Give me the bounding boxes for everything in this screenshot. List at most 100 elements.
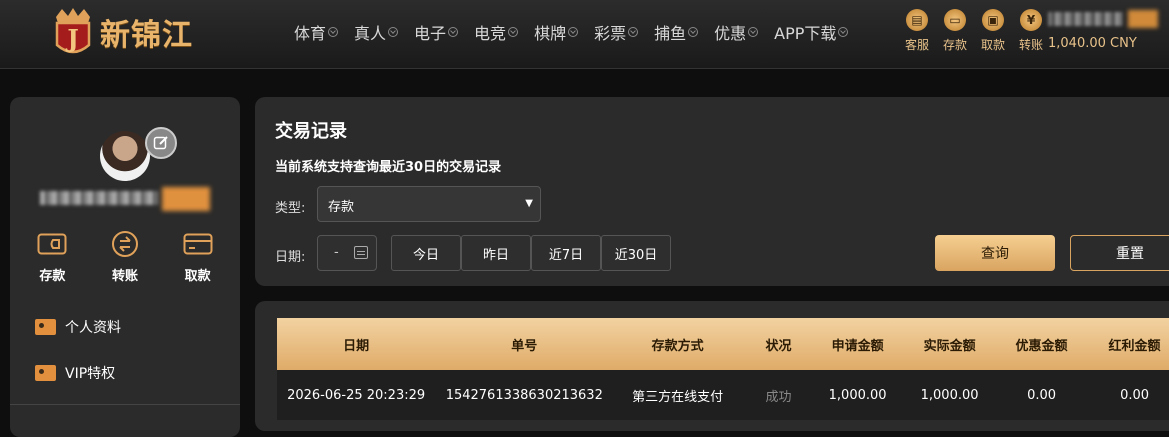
nav-item-lottery[interactable]: 彩票 (594, 20, 639, 44)
column-header: 优惠金额 (1015, 338, 1068, 354)
cell-status: 成功 (765, 389, 792, 405)
column-header: 红利金额 (1108, 338, 1161, 354)
balance-display: 1,040.00 CNY (1048, 36, 1137, 51)
sidebar-transfer-button[interactable]: 转账 (95, 231, 155, 284)
chevron-down-icon (838, 27, 849, 37)
cell-deposit-method: 第三方在线支付 (632, 389, 724, 405)
username-blurred (40, 187, 210, 211)
range-7-days-button[interactable]: 近7日 (531, 235, 601, 271)
date-picker[interactable]: - (317, 235, 377, 271)
logo-badge-icon: J (52, 7, 94, 57)
nav-item-cards[interactable]: 棋牌 (534, 20, 579, 44)
logo-letter: J (65, 24, 78, 53)
coin-icon: ¥ (1020, 9, 1042, 31)
chevron-down-icon (388, 27, 399, 37)
calendar-icon (354, 246, 368, 259)
column-header: 存款方式 (651, 338, 704, 354)
nav-label: 电竞 (474, 24, 507, 43)
briefcase-icon: ▣ (982, 9, 1004, 31)
column-header: 日期 (343, 338, 370, 354)
chevron-down-icon (628, 27, 639, 37)
quick-range-group: 今日 昨日 近7日 近30日 (391, 235, 671, 271)
sidebar-item-profile[interactable]: 个人资料 (35, 317, 121, 337)
chevron-down-icon (688, 27, 699, 37)
action-label: 存款 (39, 269, 66, 284)
chevron-down-icon (748, 27, 759, 37)
vip-card-icon (35, 365, 56, 381)
logo-text: 新锦江 (100, 18, 193, 53)
cell-date: 2026-06-25 20:23:29 (287, 387, 426, 403)
nav-item-slots[interactable]: 电子 (414, 20, 459, 44)
transfer-button[interactable]: ¥ 转账 (1012, 9, 1050, 53)
chevron-down-icon (568, 27, 579, 37)
quick-link-label: 存款 (942, 38, 967, 52)
table-row[interactable]: 2026-06-25 20:23:29 1542761338630213632 … (277, 370, 1169, 420)
action-label: 转账 (111, 269, 138, 284)
nav-label: 电子 (414, 24, 447, 43)
type-label: 类型: (275, 201, 306, 216)
nav-item-live[interactable]: 真人 (354, 20, 399, 44)
nav-item-fishing[interactable]: 捕鱼 (654, 20, 699, 44)
wallet-icon: ▭ (944, 9, 966, 31)
action-label: 取款 (184, 269, 211, 284)
cell-actual-amount: 1,000.00 (920, 387, 979, 403)
nav-label: 体育 (294, 24, 327, 43)
sidebar-withdraw-button[interactable]: 取款 (168, 231, 228, 284)
cell-bonus-amount: 0.00 (1120, 387, 1150, 403)
account-actions: 存款 转账 取款 (10, 231, 240, 284)
transaction-filter-panel: 交易记录 当前系统支持查询最近30日的交易记录 类型: 存款 ▼ 日期: - 今… (255, 97, 1169, 286)
table-header: 日期 单号 存款方式 状况 申请金额 实际金额 优惠金额 红利金额 (277, 318, 1169, 370)
chat-icon: ▤ (906, 9, 928, 31)
transfer-icon (110, 231, 140, 257)
deposit-button[interactable]: ▭ 存款 (936, 9, 974, 53)
sidebar-item-label: VIP特权 (65, 366, 116, 382)
type-select[interactable]: 存款 ▼ (317, 186, 541, 222)
date-label: 日期: (275, 250, 306, 265)
sidebar-item-vip[interactable]: VIP特权 (35, 363, 115, 383)
nav-label: 棋牌 (534, 24, 567, 43)
sidebar-deposit-button[interactable]: 存款 (22, 231, 82, 284)
column-header: 状况 (765, 338, 792, 354)
withdraw-button[interactable]: ▣ 取款 (974, 9, 1012, 53)
nav-item-promos[interactable]: 优惠 (714, 20, 759, 44)
transaction-table: 日期 单号 存款方式 状况 申请金额 实际金额 优惠金额 红利金额 2026-0… (255, 301, 1169, 431)
brand-logo[interactable]: J 新锦江 (52, 4, 193, 60)
username-blurred[interactable] (1048, 10, 1169, 28)
quick-link-label: 转账 (1018, 38, 1043, 52)
nav-label: 捕鱼 (654, 24, 687, 43)
nav-item-sports[interactable]: 体育 (294, 20, 339, 44)
top-bar: J 新锦江 体育 真人 电子 电竞 棋牌 彩票 捕鱼 优惠 APP下载 ▤ 客服… (0, 0, 1169, 69)
nav-label: 优惠 (714, 24, 747, 43)
nav-label: 彩票 (594, 24, 627, 43)
column-header: 申请金额 (831, 338, 884, 354)
divider (10, 404, 240, 405)
customer-service-button[interactable]: ▤ 客服 (898, 9, 936, 53)
nav-label: APP下载 (774, 24, 837, 43)
edit-icon (153, 136, 168, 150)
date-value: - (334, 245, 339, 260)
nav-item-app-download[interactable]: APP下载 (774, 20, 849, 44)
chevron-down-icon (328, 27, 339, 37)
range-30-days-button[interactable]: 近30日 (601, 235, 671, 271)
quick-links: ▤ 客服 ▭ 存款 ▣ 取款 ¥ 转账 (898, 9, 1050, 53)
range-today-button[interactable]: 今日 (391, 235, 461, 271)
range-yesterday-button[interactable]: 昨日 (461, 235, 531, 271)
main-nav: 体育 真人 电子 电竞 棋牌 彩票 捕鱼 优惠 APP下载 (294, 20, 864, 44)
cell-requested-amount: 1,000.00 (828, 387, 887, 403)
edit-avatar-button[interactable] (145, 127, 177, 159)
cell-order-number: 1542761338630213632 (445, 387, 603, 403)
chevron-down-icon (508, 27, 519, 37)
wallet-icon (37, 231, 67, 257)
type-select-value: 存款 (328, 200, 355, 215)
page-title: 交易记录 (275, 121, 347, 142)
column-header: 单号 (511, 338, 538, 354)
cell-promo-amount: 0.00 (1027, 387, 1057, 403)
nav-item-esports[interactable]: 电竞 (474, 20, 519, 44)
search-button[interactable]: 查询 (935, 235, 1055, 271)
reset-button[interactable]: 重置 (1070, 235, 1169, 271)
caret-down-icon: ▼ (525, 198, 533, 209)
page-subtitle: 当前系统支持查询最近30日的交易记录 (275, 160, 502, 175)
chevron-down-icon (448, 27, 459, 37)
avatar (100, 131, 150, 181)
column-header: 实际金额 (923, 338, 976, 354)
